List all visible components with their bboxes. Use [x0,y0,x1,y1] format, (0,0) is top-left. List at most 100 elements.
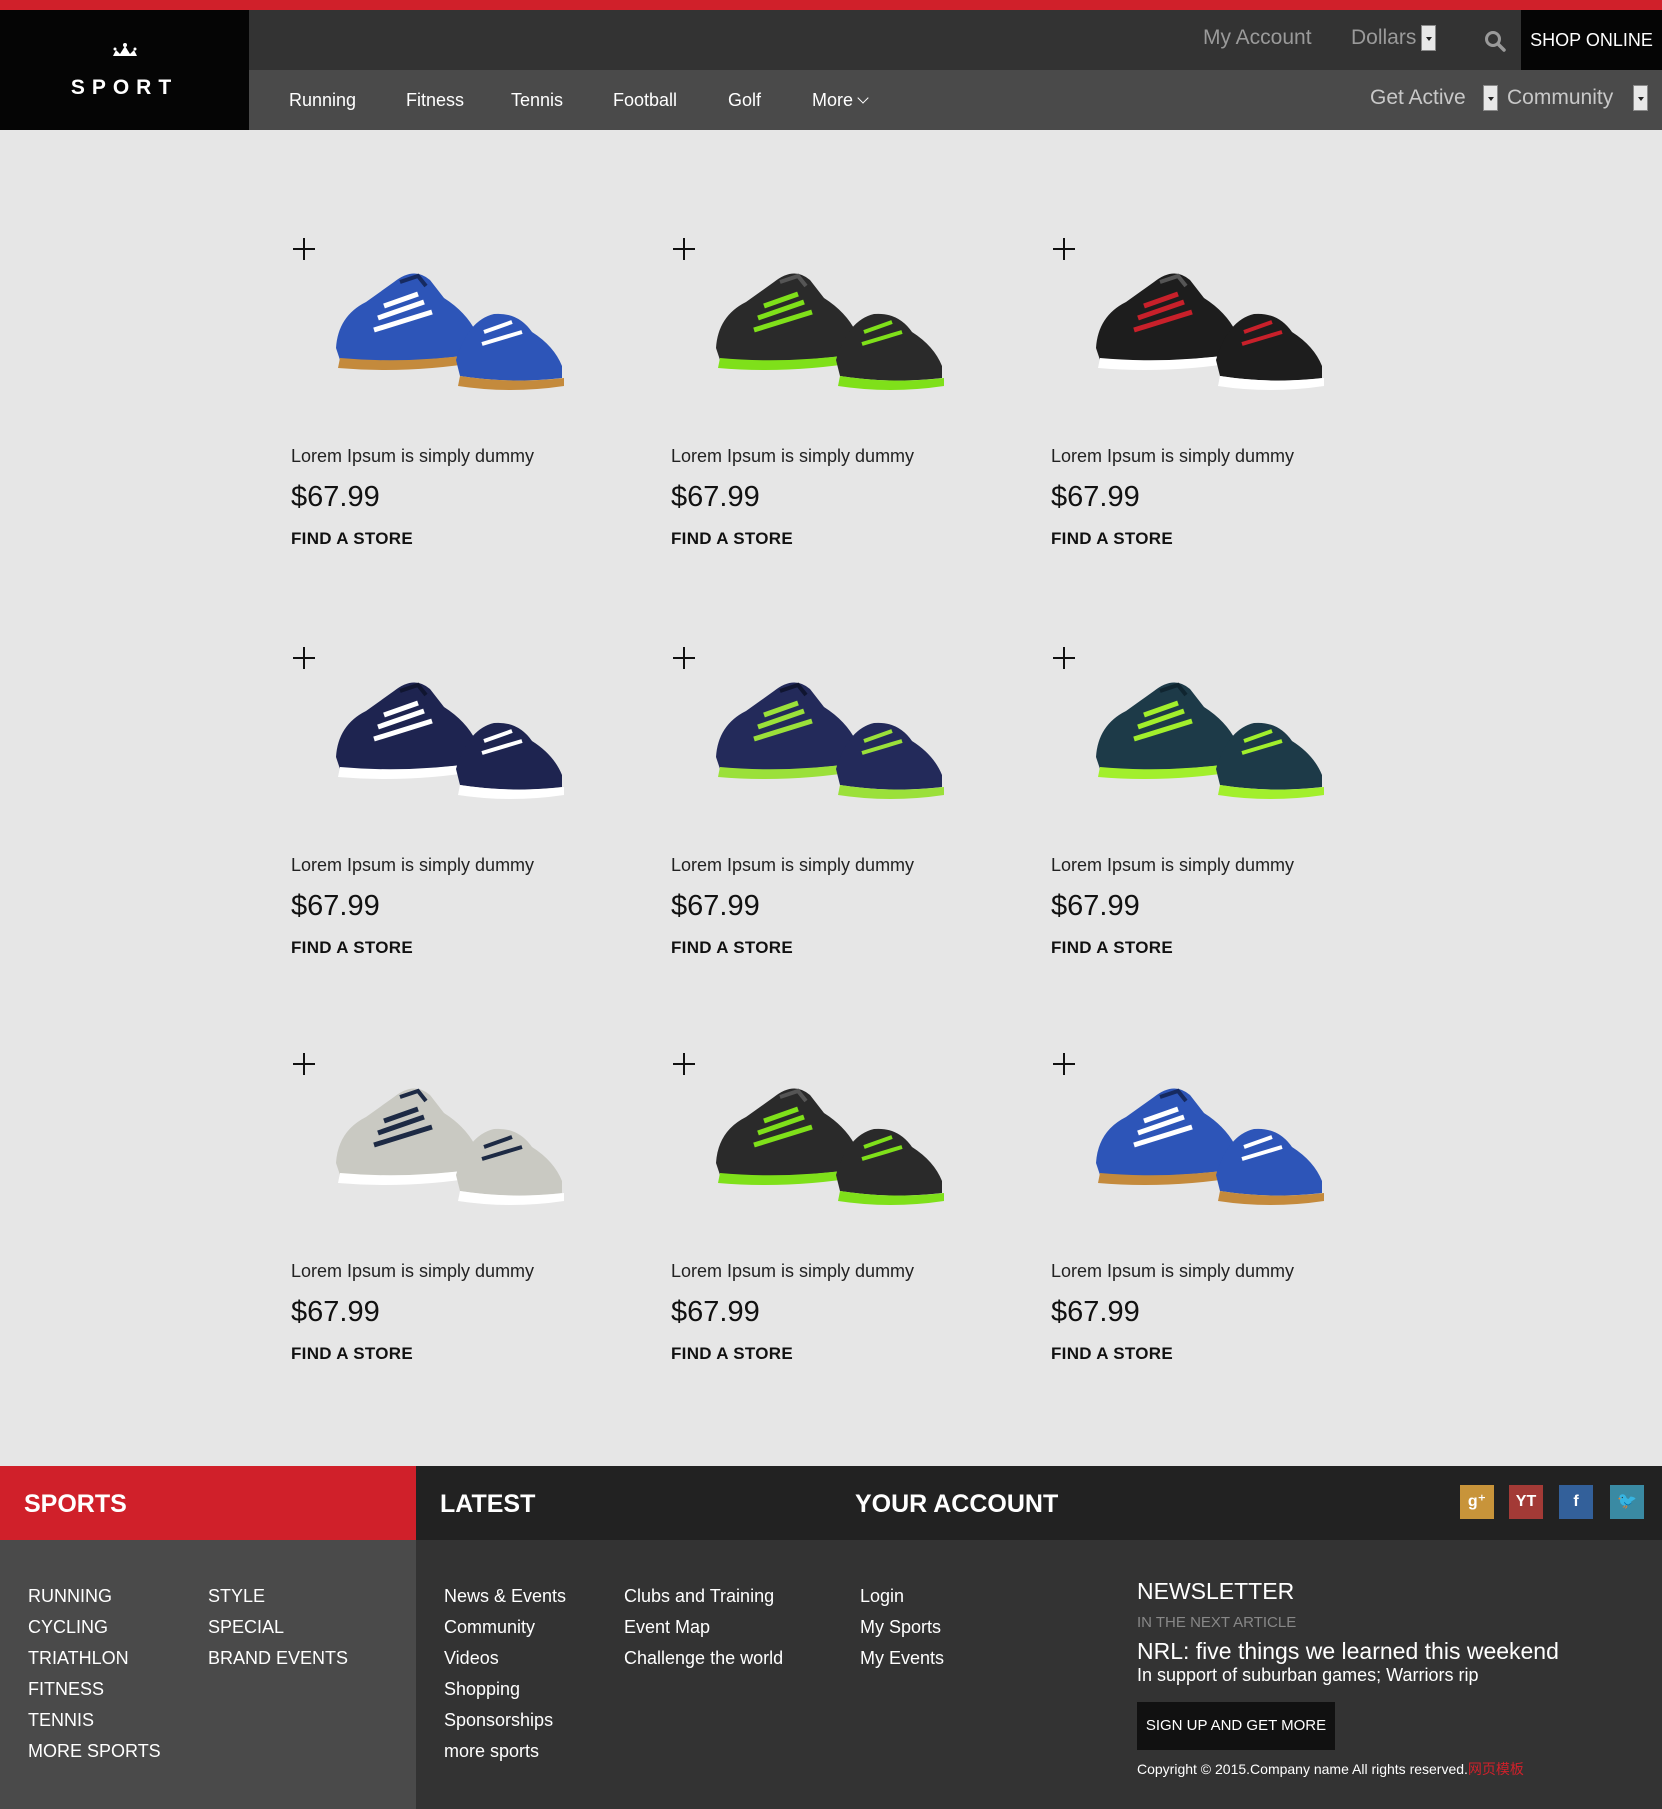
product-card[interactable]: Lorem Ipsum is simply dummy $67.99 FIND … [291,1051,611,1411]
twitter-icon[interactable]: 🐦 [1610,1485,1644,1519]
product-price: $67.99 [671,481,760,513]
plus-icon[interactable] [291,236,317,262]
find-store-link[interactable]: FIND A STORE [1051,1344,1173,1364]
footer-sport-link[interactable]: FITNESS [28,1679,104,1700]
header-top-bar [249,10,1662,70]
footer-account-link[interactable]: Login [860,1586,904,1607]
community-menu[interactable]: Community [1507,86,1613,110]
plus-icon[interactable] [291,1051,317,1077]
nav-more[interactable]: More [812,90,869,111]
footer-latest-link[interactable]: Event Map [624,1617,710,1638]
signup-button[interactable]: SIGN UP AND GET MORE [1137,1702,1335,1750]
copyright-text: Copyright © 2015.Company name All rights… [1137,1759,1524,1779]
product-description: Lorem Ipsum is simply dummy [1051,855,1295,875]
product-price: $67.99 [671,1296,760,1328]
product-card[interactable]: Lorem Ipsum is simply dummy $67.99 FIND … [291,645,611,1005]
get-active-dropdown-icon[interactable] [1483,85,1498,111]
footer-latest-link[interactable]: more sports [444,1741,539,1762]
template-link[interactable]: 网页模板 [1468,1761,1524,1777]
grey-navy-shoe-icon[interactable] [326,1051,576,1211]
footer-latest-link[interactable]: Sponsorships [444,1710,553,1731]
footer-latest-link[interactable]: Community [444,1617,535,1638]
footer-latest-link[interactable]: News & Events [444,1586,566,1607]
shop-online-button[interactable]: SHOP ONLINE [1521,10,1662,70]
plus-icon[interactable] [1051,236,1077,262]
newsletter-headline[interactable]: NRL: five things we learned this weekend [1137,1638,1559,1665]
find-store-link[interactable]: FIND A STORE [291,938,413,958]
product-description: Lorem Ipsum is simply dummy [291,855,535,875]
footer-account-link[interactable]: My Events [860,1648,944,1669]
plus-icon[interactable] [671,645,697,671]
product-description: Lorem Ipsum is simply dummy [1051,446,1295,466]
chevron-down-icon [857,92,869,104]
plus-icon[interactable] [671,236,697,262]
nav-tennis[interactable]: Tennis [511,90,563,111]
product-card[interactable]: Lorem Ipsum is simply dummy $67.99 FIND … [1051,1051,1371,1411]
top-accent-bar [0,0,1662,10]
footer-sport-link[interactable]: RUNNING [28,1586,112,1607]
black-green-shoe-icon[interactable] [706,1051,956,1211]
product-card[interactable]: Lorem Ipsum is simply dummy $67.99 FIND … [1051,645,1371,1005]
my-account-link[interactable]: My Account [1203,26,1312,50]
blue-shoe-icon[interactable] [326,236,576,396]
find-store-link[interactable]: FIND A STORE [671,1344,793,1364]
product-card[interactable]: Lorem Ipsum is simply dummy $67.99 FIND … [291,236,611,596]
blue-shoe-icon[interactable] [1086,1051,1336,1211]
footer-sport-link[interactable]: MORE SPORTS [28,1741,161,1762]
black-red-shoe-icon[interactable] [1086,236,1336,396]
currency-dropdown-icon[interactable] [1421,25,1436,51]
plus-icon[interactable] [671,1051,697,1077]
nav-running[interactable]: Running [289,90,356,111]
find-store-link[interactable]: FIND A STORE [671,938,793,958]
navy-shoe-icon[interactable] [326,645,576,805]
nav-golf[interactable]: Golf [728,90,761,111]
footer-account-heading: YOUR ACCOUNT [855,1490,1059,1518]
find-store-link[interactable]: FIND A STORE [291,1344,413,1364]
nav-more-label: More [812,90,854,110]
footer-latest-link[interactable]: Videos [444,1648,499,1669]
google-plus-icon[interactable]: g⁺ [1460,1485,1494,1519]
product-card[interactable]: Lorem Ipsum is simply dummy $67.99 FIND … [671,236,991,596]
teal-lime-shoe-icon[interactable] [1086,645,1336,805]
copyright-main: Copyright © 2015.Company name All rights… [1137,1761,1468,1777]
logo[interactable]: SPORT [0,10,249,130]
product-card[interactable]: Lorem Ipsum is simply dummy $67.99 FIND … [1051,236,1371,596]
find-store-link[interactable]: FIND A STORE [1051,529,1173,549]
footer-sport-link[interactable]: SPECIAL [208,1617,284,1638]
search-icon[interactable] [1484,30,1506,52]
product-description: Lorem Ipsum is simply dummy [671,446,915,466]
plus-icon[interactable] [1051,645,1077,671]
product-price: $67.99 [291,1296,380,1328]
product-description: Lorem Ipsum is simply dummy [671,855,915,875]
navy-lime-shoe-icon[interactable] [706,645,956,805]
footer-latest-link[interactable]: Clubs and Training [624,1586,774,1607]
facebook-icon[interactable]: f [1559,1485,1593,1519]
find-store-link[interactable]: FIND A STORE [671,529,793,549]
find-store-link[interactable]: FIND A STORE [1051,938,1173,958]
footer-account-link[interactable]: My Sports [860,1617,941,1638]
nav-fitness[interactable]: Fitness [406,90,464,111]
community-dropdown-icon[interactable] [1633,85,1648,111]
youtube-icon[interactable]: YT [1509,1485,1543,1519]
footer-sport-link[interactable]: STYLE [208,1586,265,1607]
footer-sports-heading: SPORTS [24,1490,127,1518]
footer-sport-link[interactable]: TENNIS [28,1710,94,1731]
black-green-shoe-icon[interactable] [706,236,956,396]
product-card[interactable]: Lorem Ipsum is simply dummy $67.99 FIND … [671,1051,991,1411]
product-card[interactable]: Lorem Ipsum is simply dummy $67.99 FIND … [671,645,991,1005]
plus-icon[interactable] [291,645,317,671]
footer-latest-link[interactable]: Shopping [444,1679,520,1700]
footer-sport-link[interactable]: BRAND EVENTS [208,1648,348,1669]
logo-text: SPORT [70,76,179,99]
get-active-menu[interactable]: Get Active [1370,86,1466,110]
plus-icon[interactable] [1051,1051,1077,1077]
product-description: Lorem Ipsum is simply dummy [291,446,535,466]
currency-select[interactable]: Dollars [1351,26,1416,50]
nav-football[interactable]: Football [613,90,677,111]
find-store-link[interactable]: FIND A STORE [291,529,413,549]
footer-sport-link[interactable]: TRIATHLON [28,1648,129,1669]
footer-latest-link[interactable]: Challenge the world [624,1648,783,1669]
footer-sport-link[interactable]: CYCLING [28,1617,108,1638]
product-description: Lorem Ipsum is simply dummy [291,1261,535,1281]
footer-latest-heading: LATEST [440,1490,536,1518]
